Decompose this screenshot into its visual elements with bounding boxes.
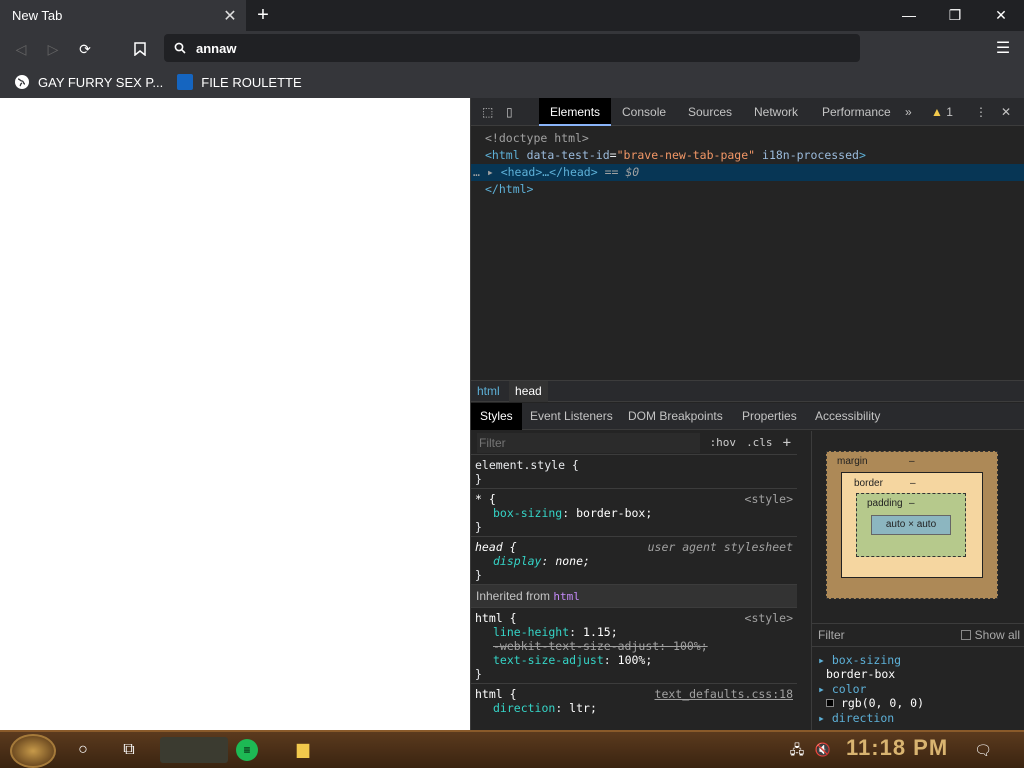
network-icon[interactable]: 🖧 xyxy=(786,739,808,761)
tab-performance[interactable]: Performance xyxy=(811,98,902,126)
file-explorer-icon[interactable]: ▆ xyxy=(292,739,314,761)
start-button[interactable] xyxy=(10,734,56,768)
tab-properties[interactable]: Properties xyxy=(733,403,806,430)
task-view-icon[interactable]: ⧉ xyxy=(118,739,140,761)
search-icon xyxy=(174,42,186,54)
rule-html: <style> html { line-height: 1.15; -webki… xyxy=(471,608,797,684)
bookmarks-bar: GAY FURRY SEX P... FILE ROULETTE xyxy=(0,66,1024,98)
show-all-checkbox[interactable]: Show all xyxy=(960,628,1020,642)
bookmark-item[interactable]: FILE ROULETTE xyxy=(177,74,302,90)
computed-prop[interactable]: ▸ color xyxy=(818,682,924,696)
box-model-border: border – padding – auto × auto xyxy=(841,472,983,578)
warning-badge[interactable]: ▲ 1 xyxy=(927,98,957,126)
new-tab-button[interactable]: + xyxy=(252,4,274,26)
dom-html-open[interactable]: <html data-test-id="brave-new-tab-page" … xyxy=(471,147,1024,164)
tab-new-tab[interactable]: New Tab ✕ xyxy=(0,0,246,31)
volume-muted-icon[interactable]: 🔇 xyxy=(812,739,834,761)
reload-icon[interactable]: ⟳ xyxy=(72,36,98,62)
tab-network[interactable]: Network xyxy=(743,98,809,126)
tab-dom-breakpoints[interactable]: DOM Breakpoints xyxy=(619,403,732,430)
tab-title: New Tab xyxy=(12,8,63,23)
page-content xyxy=(0,98,470,730)
computed-pane: margin – border – padding – auto × auto … xyxy=(811,431,1024,730)
notification-icon[interactable]: 🗨2 xyxy=(972,739,994,761)
tab-close-icon[interactable]: ✕ xyxy=(220,6,240,26)
address-bar[interactable]: annaw xyxy=(164,34,860,62)
tab-elements[interactable]: Elements xyxy=(539,98,612,126)
crumb-head[interactable]: head xyxy=(509,381,548,402)
box-model-margin: margin – border – padding – auto × auto xyxy=(826,451,998,599)
styles-pane: :hov .cls + element.style { } <style> * … xyxy=(471,431,797,730)
bookmark-item[interactable]: GAY FURRY SEX P... xyxy=(14,74,163,90)
tab-styles[interactable]: Styles xyxy=(471,403,522,430)
tab-event-listeners[interactable]: Event Listeners xyxy=(521,403,622,430)
maximize-button[interactable]: ❐ xyxy=(932,0,978,31)
computed-prop[interactable]: ▸ box-sizing xyxy=(818,653,924,667)
window-close-button[interactable]: ✕ xyxy=(978,0,1024,31)
breadcrumb: html head xyxy=(471,380,1024,402)
clock[interactable]: 11:18 PM xyxy=(846,735,948,761)
inspect-icon[interactable]: ⬚ xyxy=(477,98,498,126)
source-link[interactable]: text_defaults.css:18 xyxy=(655,687,793,701)
tab-sources[interactable]: Sources xyxy=(677,98,743,126)
device-toggle-icon[interactable]: ▯ xyxy=(501,98,518,126)
computed-prop[interactable]: ▸ direction xyxy=(818,711,924,725)
rule-html-defaults: text_defaults.css:18 html { direction: l… xyxy=(475,687,793,715)
rule-head-ua: user agent stylesheet head { display: no… xyxy=(471,537,797,585)
tab-accessibility[interactable]: Accessibility xyxy=(806,403,889,430)
menu-icon[interactable]: ☰ xyxy=(992,36,1014,62)
hov-toggle[interactable]: :hov xyxy=(710,436,737,449)
add-rule-button[interactable]: + xyxy=(783,435,791,451)
devtools-menu-icon[interactable]: ⋮ xyxy=(971,98,991,126)
computed-filter-input[interactable]: Filter xyxy=(818,628,845,642)
styles-filter-bar: :hov .cls + xyxy=(471,431,797,455)
devtools-tabbar: ⬚ ▯ Elements Console Sources Network Per… xyxy=(471,98,1024,126)
globe-icon xyxy=(15,75,29,89)
spotify-icon[interactable]: ≡ xyxy=(236,739,258,761)
devtools-close-icon[interactable]: ✕ xyxy=(997,98,1015,126)
taskbar-search[interactable] xyxy=(160,737,228,763)
tab-strip: New Tab ✕ + — ❐ ✕ xyxy=(0,0,1024,31)
box-model-content: auto × auto xyxy=(871,515,951,535)
minimize-button[interactable]: — xyxy=(886,0,932,31)
dom-tree: <!doctype html> <html data-test-id="brav… xyxy=(471,126,1024,380)
address-text: annaw xyxy=(196,40,237,56)
rule-star: <style> * { box-sizing: border-box; } xyxy=(471,489,797,537)
warning-icon: ▲ xyxy=(931,105,943,119)
devtools-panel: ⬚ ▯ Elements Console Sources Network Per… xyxy=(470,98,1024,730)
styles-filter-input[interactable] xyxy=(477,432,700,453)
dom-doctype[interactable]: <!doctype html> xyxy=(471,130,1024,147)
styles-subtabs: Styles Event Listeners DOM Breakpoints P… xyxy=(471,403,1024,430)
rule-element-style: element.style { } xyxy=(471,455,797,489)
tab-console[interactable]: Console xyxy=(611,98,677,126)
more-tabs-icon[interactable]: » xyxy=(901,98,916,126)
dom-head-selected[interactable]: … ▸ <head>…</head> == $0 xyxy=(471,164,1024,181)
file-roulette-icon xyxy=(177,74,194,90)
forward-icon[interactable]: ▷ xyxy=(40,36,66,62)
computed-filter-bar: Filter Show all xyxy=(812,623,1024,647)
browser-toolbar: ◁ ▷ ⟳ annaw ☰ xyxy=(0,31,1024,66)
cls-toggle[interactable]: .cls xyxy=(746,436,773,449)
taskbar: ○ ⧉ ≡ ▆ 🖧 🔇 11:18 PM 🗨2 xyxy=(0,730,1024,768)
dom-html-close[interactable]: </html> xyxy=(471,181,1024,198)
inherited-header: Inherited from html xyxy=(471,585,797,608)
computed-list: ▸ box-sizing border-box ▸ color rgb(0, 0… xyxy=(818,653,925,725)
cortana-icon[interactable]: ○ xyxy=(72,739,94,761)
crumb-html[interactable]: html xyxy=(471,381,506,402)
box-model-padding: padding – auto × auto xyxy=(856,493,966,557)
back-icon[interactable]: ◁ xyxy=(8,36,34,62)
bookmark-icon[interactable] xyxy=(127,36,153,62)
